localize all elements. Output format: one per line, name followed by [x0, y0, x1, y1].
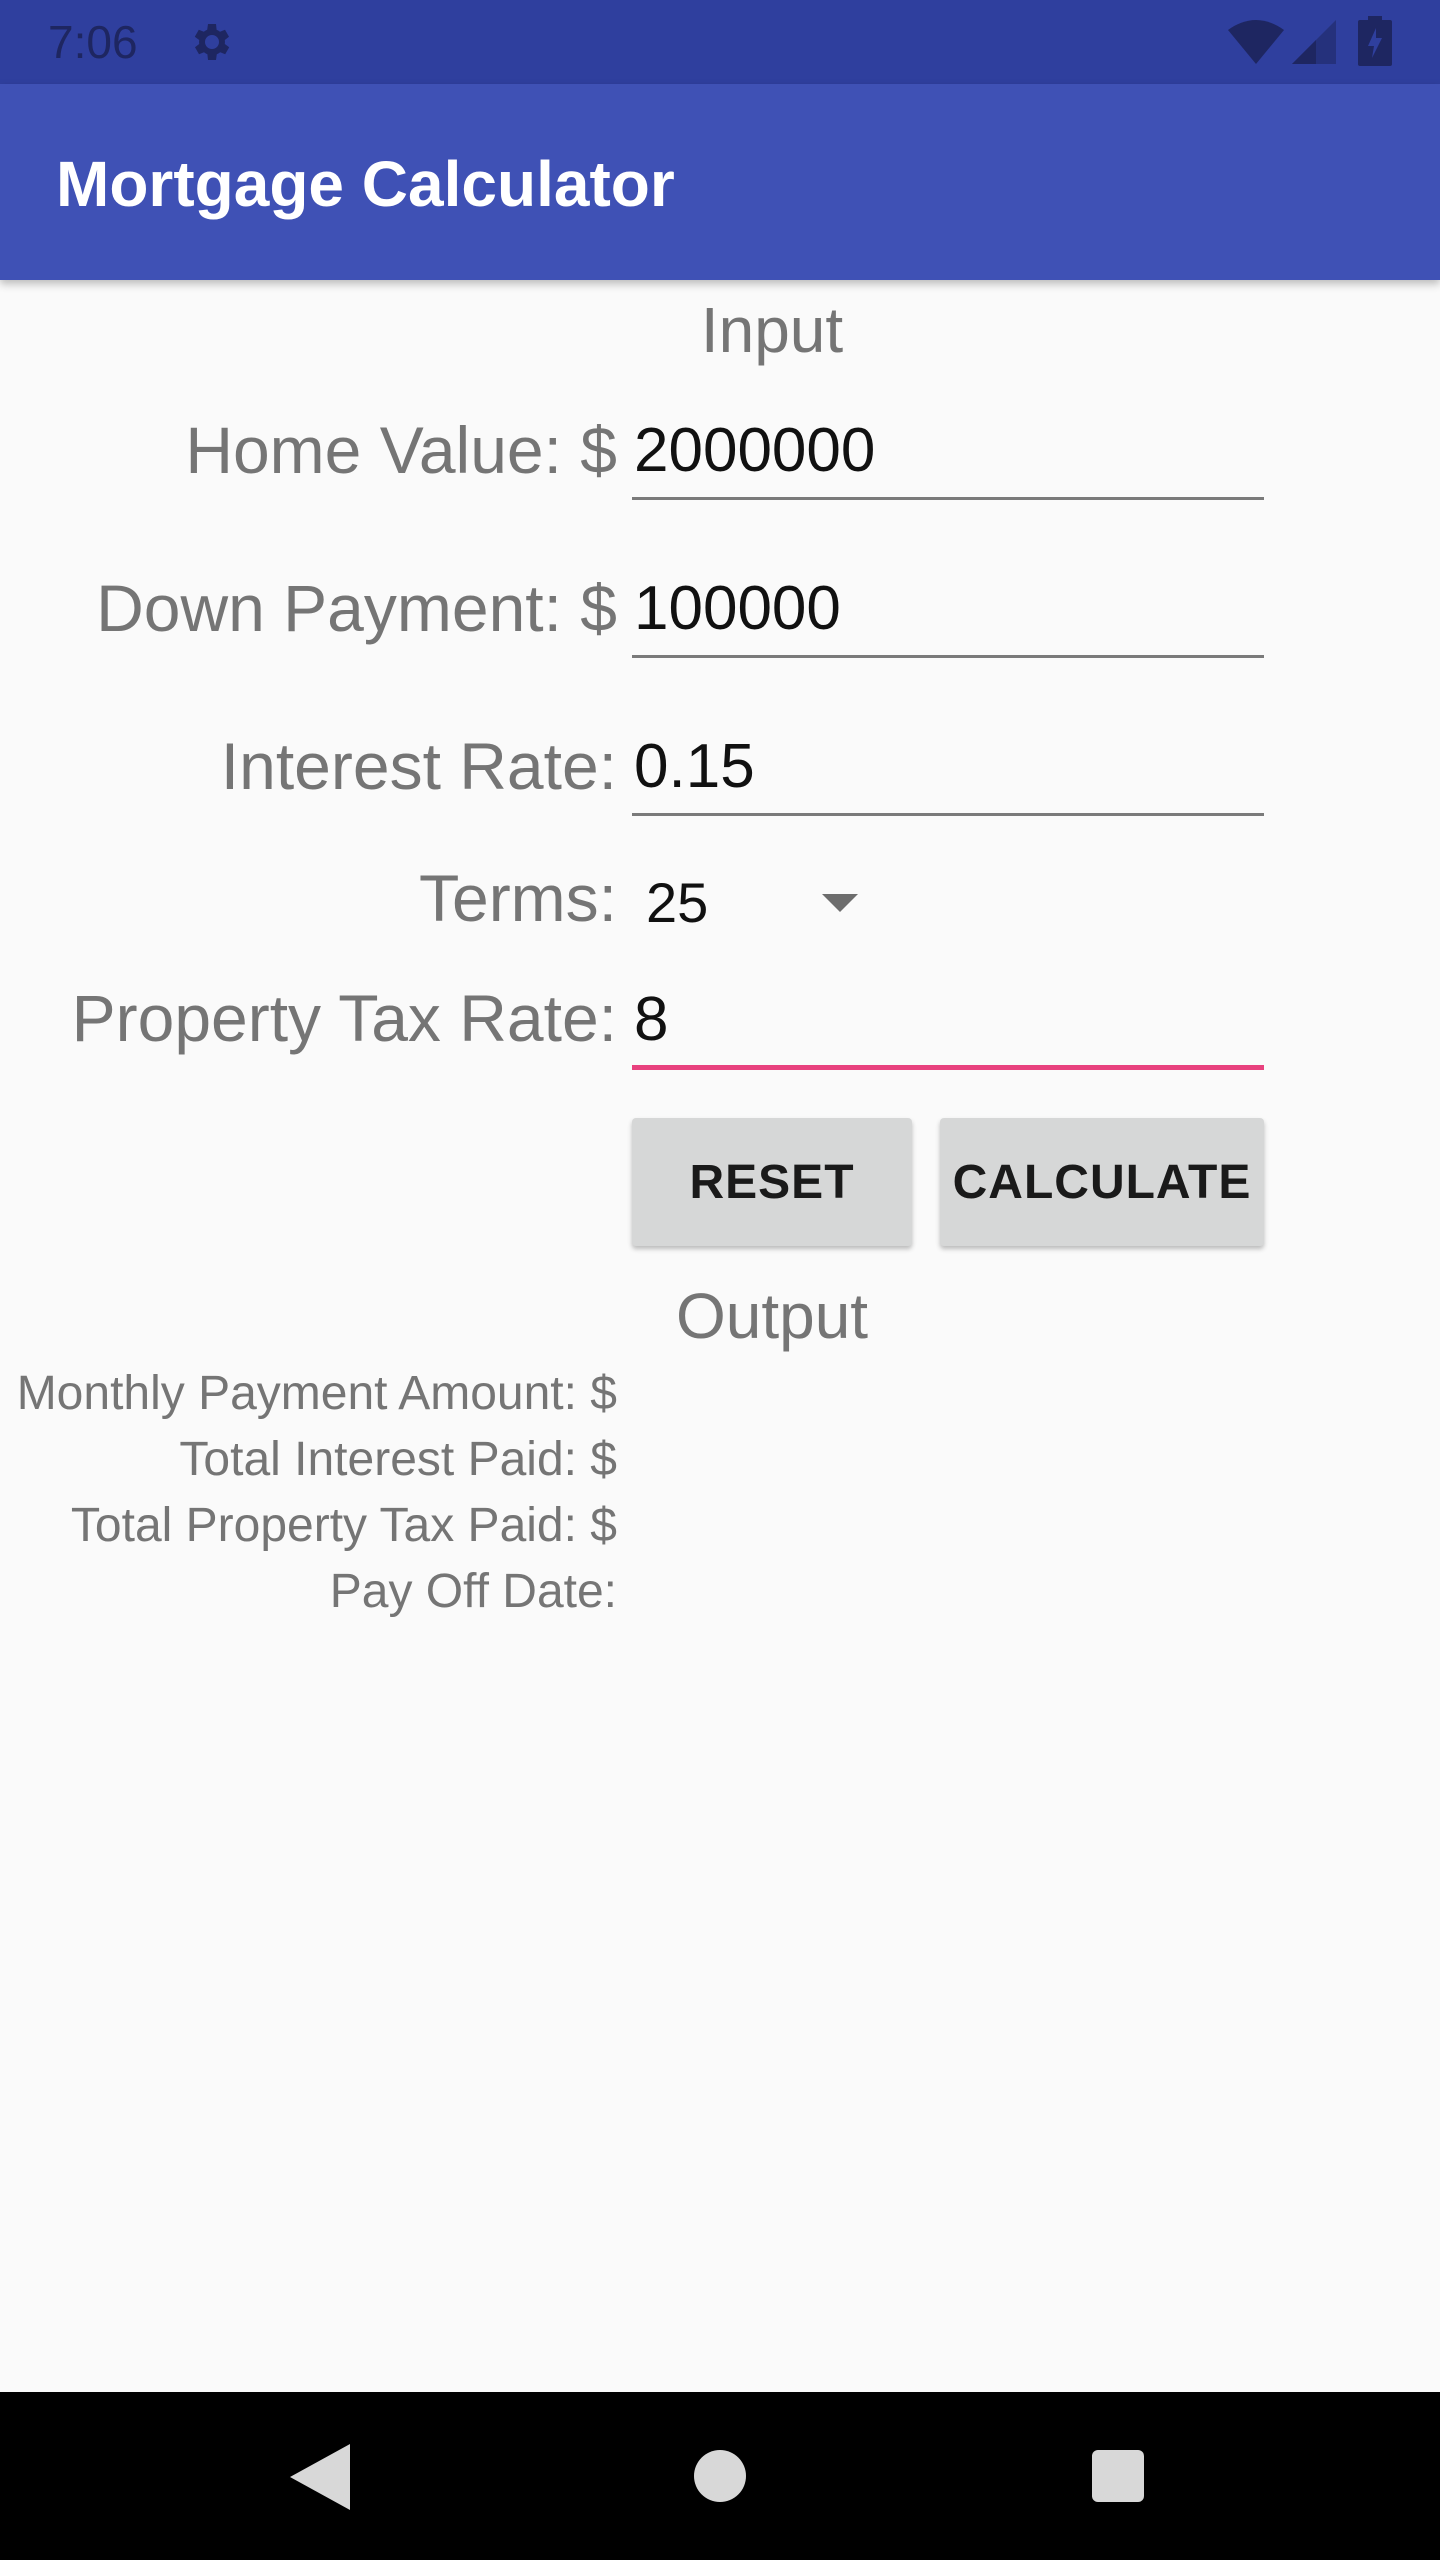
total-property-tax-label: Total Property Tax Paid: $ — [70, 1499, 617, 1552]
status-time: 7:06 — [48, 16, 138, 68]
wifi-icon — [1228, 20, 1284, 64]
property-tax-rate-input[interactable] — [632, 974, 1264, 1070]
terms-dropdown[interactable]: 25 — [632, 862, 872, 942]
signal-icon — [1292, 20, 1336, 64]
navigation-bar — [0, 2392, 1440, 2560]
total-interest-label: Total Interest Paid: $ — [179, 1433, 617, 1486]
input-section-title: Input — [700, 294, 844, 366]
output-section-title: Output — [675, 1280, 869, 1352]
home-icon[interactable] — [694, 2450, 746, 2502]
interest-rate-input[interactable] — [632, 720, 1264, 816]
pay-off-date-label: Pay Off Date: — [329, 1565, 617, 1618]
home-value-input[interactable] — [632, 404, 1264, 500]
status-bar: 7:06 — [0, 0, 1440, 84]
recents-icon[interactable] — [1092, 2450, 1144, 2502]
home-value-label: Home Value: $ — [185, 413, 617, 487]
app-bar: Mortgage Calculator — [0, 84, 1440, 280]
property-tax-rate-label: Property Tax Rate: — [71, 981, 617, 1055]
back-icon[interactable] — [290, 2444, 350, 2510]
interest-rate-label: Interest Rate: — [220, 729, 617, 803]
app-title: Mortgage Calculator — [56, 148, 675, 220]
down-payment-input[interactable] — [632, 562, 1264, 658]
reset-button[interactable]: RESET — [632, 1118, 912, 1246]
terms-label: Terms: — [419, 861, 617, 935]
gear-icon — [194, 24, 230, 60]
down-payment-label: Down Payment: $ — [96, 571, 617, 645]
dropdown-arrow-icon — [822, 894, 858, 912]
monthly-payment-label: Monthly Payment Amount: $ — [16, 1367, 617, 1420]
calculate-button[interactable]: CALCULATE — [940, 1118, 1264, 1246]
battery-icon — [1358, 16, 1392, 66]
terms-selected-value: 25 — [646, 871, 709, 934]
